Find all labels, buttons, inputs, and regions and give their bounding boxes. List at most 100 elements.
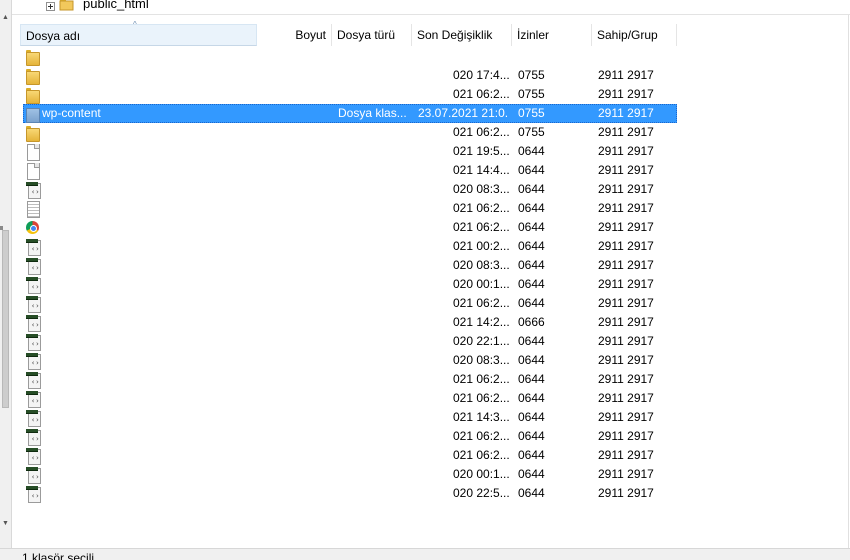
code-file-icon: ‹›: [25, 257, 41, 275]
file-type: [338, 427, 416, 446]
table-row[interactable]: wp-content Dosya klas... 23.07.2021 21:0..…: [20, 104, 850, 123]
file-type: [338, 180, 416, 199]
file-name: [42, 389, 252, 408]
file-type: [338, 294, 416, 313]
file-list: 020 17:4... 0755 2911 2917 021 06:2... 0755 2…: [20, 47, 850, 503]
table-row[interactable]: ‹› 021 00:2... 0644 2911 2917: [20, 237, 850, 256]
table-row[interactable]: [20, 47, 850, 66]
table-row[interactable]: 020 17:4... 0755 2911 2917: [20, 66, 850, 85]
modified-date: 021 06:2...: [453, 201, 509, 215]
modified-date: 021 06:2...: [453, 87, 509, 101]
owner-group: 2911 2917: [598, 163, 654, 177]
file-name: [42, 275, 252, 294]
table-row[interactable]: ‹› 021 06:2... 0644 2911 2917: [20, 446, 850, 465]
file-name: [42, 180, 252, 199]
table-row[interactable]: 021 06:2... 0644 2911 2917: [20, 218, 850, 237]
column-header-label: Dosya adı: [26, 29, 81, 43]
table-row[interactable]: ‹› 020 08:3... 0644 2911 2917: [20, 351, 850, 370]
file-type: [338, 218, 416, 237]
status-text: 1 klasör seçili.: [22, 551, 98, 560]
column-header-permissions[interactable]: İzinler: [512, 24, 592, 46]
left-pane-scrollbar[interactable]: ▲ ▼: [0, 0, 12, 548]
file-name: [42, 237, 252, 256]
file-type: [338, 85, 416, 104]
owner-group: 2911 2917: [598, 372, 654, 386]
table-row[interactable]: ‹› 021 06:2... 0644 2911 2917: [20, 294, 850, 313]
column-header-type[interactable]: Dosya türü: [332, 24, 412, 46]
code-file-icon: ‹›: [25, 428, 41, 446]
table-row[interactable]: 021 14:4... 0644 2911 2917: [20, 161, 850, 180]
permissions: 0644: [518, 239, 545, 253]
table-row[interactable]: ‹› 020 22:1... 0644 2911 2917: [20, 332, 850, 351]
permissions: 0644: [518, 277, 545, 291]
file-name: [42, 85, 252, 104]
modified-date: 020 00:1...: [453, 467, 509, 481]
owner-group: 2911 2917: [598, 429, 654, 443]
file-icon: [25, 162, 41, 180]
expand-plus-icon[interactable]: [46, 1, 55, 11]
chrome-icon: [25, 219, 41, 236]
permissions: 0644: [518, 391, 545, 405]
column-header-label: Dosya türü: [337, 28, 396, 42]
table-row[interactable]: ‹› 020 22:5... 0644 2911 2917: [20, 484, 850, 503]
table-row[interactable]: ‹› 020 00:1... 0644 2911 2917: [20, 275, 850, 294]
modified-date: 020 08:3...: [453, 182, 509, 196]
file-name: [42, 47, 252, 66]
scroll-up-arrow-icon[interactable]: ▲: [2, 14, 9, 22]
table-row[interactable]: 021 06:2... 0644 2911 2917: [20, 199, 850, 218]
permissions: 0644: [518, 182, 545, 196]
table-row[interactable]: ‹› 021 14:2... 0666 2911 2917: [20, 313, 850, 332]
modified-date: 021 06:2...: [453, 391, 509, 405]
owner-group: 2911 2917: [598, 448, 654, 462]
file-name: [42, 161, 252, 180]
code-file-icon: ‹›: [25, 447, 41, 465]
file-name: [42, 313, 252, 332]
scrollbar-thumb[interactable]: [2, 230, 9, 408]
owner-group: 2911 2917: [598, 182, 654, 196]
permissions: 0644: [518, 296, 545, 310]
file-list-header: Dosya adı ^ Boyut Dosya türü Son Değişik…: [20, 20, 850, 46]
scroll-down-arrow-icon[interactable]: ▼: [2, 520, 9, 528]
permissions: 0644: [518, 486, 545, 500]
modified-date: 021 06:2...: [453, 448, 509, 462]
right-border: [848, 15, 849, 548]
code-file-icon: ‹›: [25, 181, 41, 199]
tree-item-label: public_html: [83, 0, 149, 11]
file-name: [42, 446, 252, 465]
file-name: [42, 256, 252, 275]
table-row[interactable]: 021 06:2... 0755 2911 2917: [20, 123, 850, 142]
owner-group: 2911 2917: [598, 467, 654, 481]
sort-ascending-icon: ^: [133, 20, 137, 29]
status-bar: 1 klasör seçili.: [0, 548, 850, 560]
file-name: wp-content: [42, 106, 101, 120]
permissions: 0644: [518, 429, 545, 443]
table-row[interactable]: ‹› 021 06:2... 0644 2911 2917: [20, 427, 850, 446]
column-header-modified[interactable]: Son Değişiklik: [412, 24, 512, 46]
modified-date: 021 06:2...: [453, 372, 509, 386]
owner-group: 2911 2917: [598, 391, 654, 405]
column-header-size[interactable]: Boyut: [257, 24, 332, 46]
file-name: [42, 123, 252, 142]
table-row[interactable]: ‹› 020 08:3... 0644 2911 2917: [20, 256, 850, 275]
code-file-icon: ‹›: [25, 276, 41, 294]
permissions: 0755: [518, 125, 545, 139]
column-header-owner-group[interactable]: Sahip/Grup: [592, 24, 677, 46]
modified-date: 020 00:1...: [453, 277, 509, 291]
table-row[interactable]: 021 19:5... 0644 2911 2917: [20, 142, 850, 161]
owner-group: 2911 2917: [598, 258, 654, 272]
folder-icon: [25, 48, 41, 66]
permissions: 0644: [518, 220, 545, 234]
table-row[interactable]: 021 06:2... 0755 2911 2917: [20, 85, 850, 104]
table-row[interactable]: ‹› 021 06:2... 0644 2911 2917: [20, 389, 850, 408]
table-row[interactable]: ‹› 020 00:1... 0644 2911 2917: [20, 465, 850, 484]
permissions: 0644: [518, 258, 545, 272]
column-header-filename[interactable]: Dosya adı ^: [20, 20, 257, 46]
folder-icon: [25, 67, 41, 85]
table-row[interactable]: ‹› 020 08:3... 0644 2911 2917: [20, 180, 850, 199]
table-row[interactable]: ‹› 021 06:2... 0644 2911 2917: [20, 370, 850, 389]
tree-item-public-html[interactable]: public_html: [46, 0, 149, 12]
file-type: [338, 123, 416, 142]
file-type: [338, 465, 416, 484]
code-file-icon: ‹›: [25, 238, 41, 256]
table-row[interactable]: ‹› 021 14:3... 0644 2911 2917: [20, 408, 850, 427]
